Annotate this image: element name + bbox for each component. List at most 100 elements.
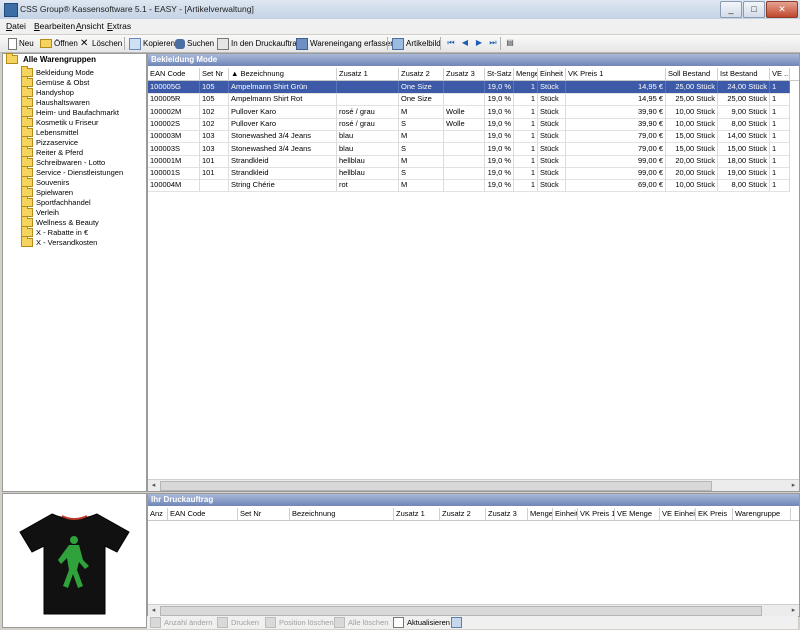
notes-icon[interactable]: ▤: [505, 38, 515, 48]
scroll-right-icon[interactable]: ▸: [788, 605, 799, 616]
scroll-right-icon[interactable]: ▸: [788, 480, 799, 491]
column-header[interactable]: Soll Bestand: [666, 68, 718, 80]
column-header[interactable]: Zusatz 1: [394, 508, 440, 520]
column-header[interactable]: Zusatz 1: [337, 68, 399, 80]
scroll-thumb[interactable]: [160, 481, 712, 491]
copy-button[interactable]: Kopieren: [129, 37, 175, 50]
column-header[interactable]: Zusatz 2: [399, 68, 444, 80]
article-image-button[interactable]: Artikelbild: [392, 37, 441, 50]
refresh-button[interactable]: Aktualisieren: [393, 617, 450, 628]
tree-item[interactable]: Reiter & Pferd: [21, 145, 83, 157]
tree-item[interactable]: Pizzaservice: [21, 135, 78, 147]
table-cell: 25,00 Stück: [666, 93, 718, 106]
tree-item[interactable]: Spielwaren: [21, 185, 73, 197]
column-header[interactable]: Zusatz 3: [486, 508, 528, 520]
print-button[interactable]: Drucken: [217, 617, 259, 628]
column-header[interactable]: ▲ Bezeichnung: [229, 68, 337, 80]
tree-item[interactable]: Handyshop: [21, 85, 74, 97]
column-header[interactable]: Einheit: [553, 508, 578, 520]
column-header[interactable]: Set Nr: [238, 508, 290, 520]
tree-item[interactable]: Wellness & Beauty: [21, 215, 99, 227]
articles-horizontal-scrollbar[interactable]: ◂ ▸: [148, 479, 799, 491]
column-header[interactable]: Set Nr: [200, 68, 229, 80]
column-header[interactable]: Einheit: [538, 68, 566, 80]
print-job-button[interactable]: In den Druckauftrag: [217, 37, 301, 50]
column-header[interactable]: EAN Code: [148, 68, 200, 80]
search-button[interactable]: Suchen: [175, 37, 214, 50]
print-job-horizontal-scrollbar[interactable]: ◂ ▸: [148, 604, 799, 616]
tree-item[interactable]: Kosmetik u Friseur: [21, 115, 99, 127]
folder-icon: [21, 235, 33, 247]
tree-item[interactable]: Gemüse & Obst: [21, 75, 90, 87]
first-record-icon[interactable]: ⏮: [446, 38, 456, 48]
minimize-button[interactable]: _: [720, 1, 742, 18]
tree-item[interactable]: Haushaltswaren: [21, 95, 90, 107]
table-row[interactable]: 100005G 105 Ampelmann Shirt Grün One Size 19…: [148, 81, 790, 94]
table-cell: 19,0 %: [485, 142, 514, 155]
tree-item[interactable]: Bekleidung Mode: [21, 65, 94, 77]
delete-all-button[interactable]: Alle löschen: [334, 617, 388, 628]
menu-bearbeiten[interactable]: Bearbeiten: [34, 21, 75, 31]
column-header[interactable]: VK Preis 1: [566, 68, 666, 80]
column-header[interactable]: VE ...: [770, 68, 790, 80]
tree-item[interactable]: Sportfachhandel: [21, 195, 91, 207]
delete-position-button[interactable]: Position löschen: [265, 617, 334, 628]
column-header[interactable]: Menge: [514, 68, 538, 80]
table-row[interactable]: 100003S 103 Stonewashed 3/4 Jeans blau S 19,0…: [148, 142, 790, 156]
open-button[interactable]: Öffnen: [40, 37, 78, 50]
scroll-left-icon[interactable]: ◂: [148, 605, 159, 616]
tree-item[interactable]: Heim- und Baufachmarkt: [21, 105, 119, 117]
delete-button[interactable]: ✕ Löschen: [80, 37, 122, 50]
column-header[interactable]: VK Preis 1: [578, 508, 615, 520]
column-header[interactable]: VE Menge: [615, 508, 660, 520]
scroll-thumb[interactable]: [160, 606, 762, 616]
table-cell: 1: [514, 179, 538, 192]
change-quantity-button[interactable]: Anzahl ändern: [150, 617, 212, 628]
tree-item-label: Gemüse & Obst: [36, 77, 90, 87]
maximize-button[interactable]: □: [743, 1, 765, 18]
menu-ansicht[interactable]: Ansicht: [76, 21, 104, 31]
tree-item-label: X - Rabatte in €: [36, 227, 89, 237]
tree-item[interactable]: Lebensmittel: [21, 125, 79, 137]
column-header[interactable]: VE Einheit: [660, 508, 696, 520]
tree-item[interactable]: X - Rabatte in €: [21, 225, 89, 237]
table-cell: Pullover Karo: [229, 117, 337, 130]
tree-item[interactable]: Souvenirs: [21, 175, 69, 187]
tree-item[interactable]: Schreibwaren - Lotto: [21, 155, 105, 167]
column-header[interactable]: Zusatz 3: [444, 68, 485, 80]
column-header[interactable]: Warengruppe: [733, 508, 791, 520]
table-row[interactable]: 100003M 103 Stonewashed 3/4 Jeans blau M 19,0…: [148, 130, 790, 144]
goods-receipt-button[interactable]: Wareneingang erfassen: [296, 37, 395, 50]
column-header[interactable]: Zusatz 2: [440, 508, 486, 520]
tree-root[interactable]: Alle Warengruppen: [6, 53, 96, 65]
column-header[interactable]: Anz: [148, 508, 168, 520]
tree-item[interactable]: X - Versandkosten: [21, 235, 97, 247]
next-record-icon[interactable]: ▶: [474, 38, 484, 48]
close-button[interactable]: ✕: [766, 1, 798, 18]
menu-datei[interactable]: Datei: [6, 21, 26, 31]
column-header[interactable]: EAN Code: [168, 508, 238, 520]
table-cell: Stück: [538, 130, 566, 143]
column-header[interactable]: Menge: [528, 508, 553, 520]
table-cell: Stück: [538, 167, 566, 180]
table-cell: 99,00 €: [566, 167, 666, 180]
column-header[interactable]: Bezeichnung: [290, 508, 394, 520]
table-cell: 1: [770, 167, 790, 180]
table-row[interactable]: 100002S 102 Pullover Karo rosé / grau S Wolle…: [148, 117, 790, 131]
last-record-icon[interactable]: ⏭: [488, 38, 498, 48]
column-header[interactable]: EK Preis: [696, 508, 733, 520]
table-row[interactable]: 100001S 101 Strandkleid hellblau S 19,0 % 1 Stü…: [148, 167, 790, 181]
column-header[interactable]: St-Satz: [485, 68, 514, 80]
column-header[interactable]: Ist Bestand: [718, 68, 770, 80]
table-row[interactable]: 100001M 101 Strandkleid hellblau M 19,0 % 1 Stü…: [148, 154, 790, 168]
tree-item[interactable]: Service - Dienstleistungen: [21, 165, 123, 177]
table-row[interactable]: 100005R 105 Ampelmann Shirt Rot One Size 19,…: [148, 93, 790, 107]
menu-extras[interactable]: Extras: [107, 21, 131, 31]
table-row[interactable]: 100004M String Chérie rot M 19,0 % 1 Stück 69,0…: [148, 179, 790, 193]
previous-record-icon[interactable]: ◀: [460, 38, 470, 48]
new-button[interactable]: Neu: [8, 37, 34, 50]
scroll-left-icon[interactable]: ◂: [148, 480, 159, 491]
table-cell: rosé / grau: [337, 117, 399, 130]
table-row[interactable]: 100002M 102 Pullover Karo rosé / grau M Wolle…: [148, 105, 790, 119]
export-button[interactable]: [451, 617, 465, 628]
